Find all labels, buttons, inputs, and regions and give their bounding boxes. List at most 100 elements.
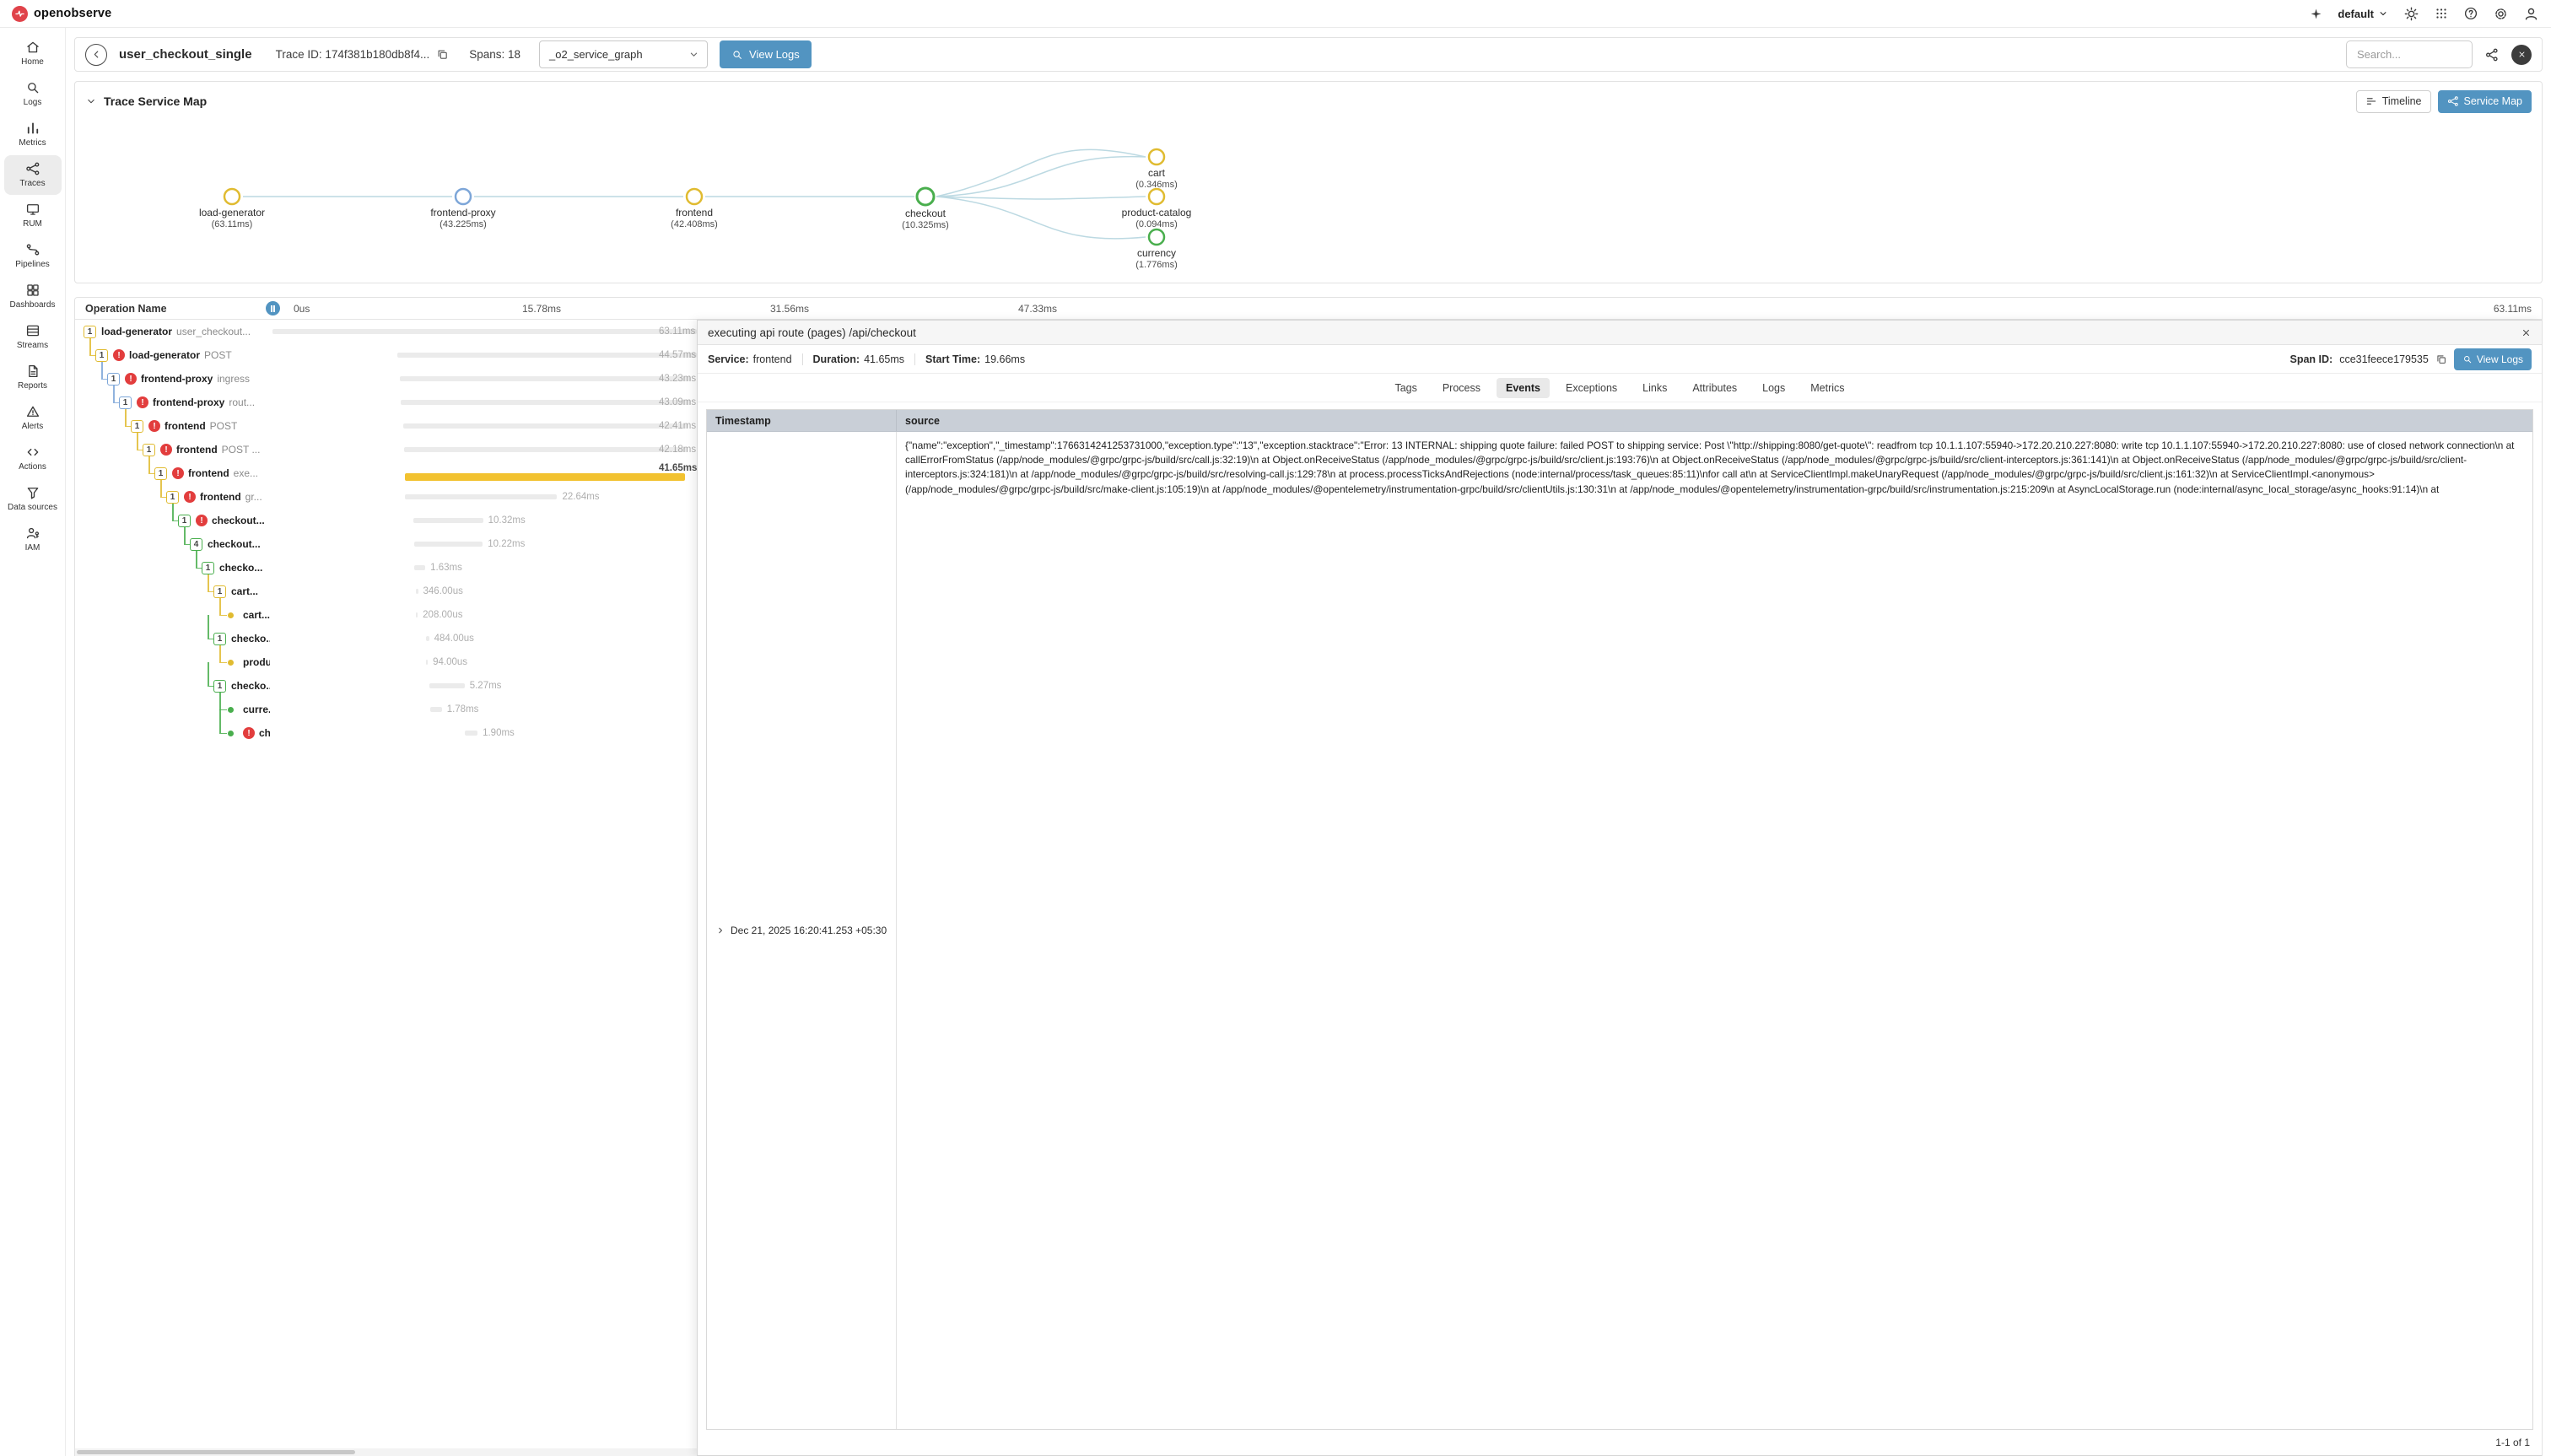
span-count-badge[interactable]: 1 <box>166 491 179 504</box>
close-span-detail-button[interactable] <box>2521 327 2532 338</box>
span-count-badge[interactable]: 1 <box>95 349 108 362</box>
sidebar-item-logs[interactable]: Logs <box>4 74 62 114</box>
search-input[interactable] <box>2346 40 2473 68</box>
apps-menu-icon[interactable] <box>2434 6 2449 21</box>
span-count-badge[interactable]: 1 <box>84 326 96 338</box>
span-duration-bar[interactable] <box>426 660 428 665</box>
close-trace-button[interactable] <box>2511 45 2532 65</box>
span-count-badge[interactable]: 1 <box>131 420 143 433</box>
service-map-toggle-button[interactable]: Service Map <box>2438 90 2532 113</box>
tab-attributes[interactable]: Attributes <box>1683 378 1746 398</box>
span-duration-bar[interactable] <box>414 565 425 570</box>
horizontal-scrollbar[interactable] <box>75 1448 697 1456</box>
expand-row-icon[interactable] <box>715 925 725 936</box>
event-timestamp-cell[interactable]: Dec 21, 2025 16:20:41.253 +05:30 <box>707 432 897 1429</box>
sidebar-item-data-sources[interactable]: Data sources <box>4 479 62 519</box>
tab-exceptions[interactable]: Exceptions <box>1556 378 1626 398</box>
span-count-badge[interactable]: 1 <box>202 562 214 574</box>
logo[interactable]: openobserve <box>12 6 111 22</box>
service-node-frontend[interactable]: frontend (42.408ms) <box>671 189 718 229</box>
service-node-product-catalog[interactable]: product-catalog (0.094ms) <box>1122 189 1192 229</box>
sidebar-item-metrics[interactable]: Metrics <box>4 115 62 154</box>
profile-icon[interactable] <box>2523 6 2539 22</box>
tab-tags[interactable]: Tags <box>1385 378 1426 398</box>
span-count-badge[interactable]: 1 <box>119 396 132 409</box>
sidebar-item-home[interactable]: Home <box>4 34 62 73</box>
service-node-checkout[interactable]: checkout (10.325ms) <box>902 188 949 230</box>
settings-icon[interactable] <box>2493 6 2509 22</box>
service-node-frontend-proxy[interactable]: frontend-proxy (43.225ms) <box>430 189 495 229</box>
error-icon: ! <box>125 373 137 385</box>
ai-sparkle-icon[interactable] <box>2309 7 2323 21</box>
column-resize-handle[interactable] <box>266 301 280 315</box>
tab-metrics[interactable]: Metrics <box>1801 378 1853 398</box>
sidebar-item-reports[interactable]: Reports <box>4 358 62 397</box>
service-map-header: Trace Service Map Timeline Service Map <box>85 89 2532 114</box>
service-node-currency[interactable]: currency (1.776ms) <box>1135 229 1178 270</box>
service-node-circle[interactable] <box>456 189 471 204</box>
span-duration-bar[interactable] <box>416 612 418 617</box>
collapse-section-icon[interactable] <box>85 95 97 107</box>
service-node-cart[interactable]: cart (0.346ms) <box>1135 149 1178 190</box>
tab-process[interactable]: Process <box>1433 378 1490 398</box>
span-label: !frontend-proxyingress <box>125 367 250 391</box>
share-button[interactable] <box>2484 47 2500 62</box>
span-duration-bar[interactable] <box>403 423 688 429</box>
span-count-badge[interactable]: 1 <box>107 373 120 386</box>
span-duration-bar[interactable] <box>414 542 483 547</box>
theme-toggle-icon[interactable] <box>2403 6 2419 22</box>
service-node-circle[interactable] <box>1149 229 1164 245</box>
span-label: !frontendPOST <box>148 414 237 438</box>
span-count-badge[interactable]: 4 <box>190 538 202 551</box>
sidebar-item-rum[interactable]: RUM <box>4 196 62 235</box>
span-duration-bar[interactable] <box>404 447 688 452</box>
span-duration-bar[interactable] <box>272 329 697 334</box>
span-duration-bar[interactable] <box>405 494 557 499</box>
sidebar-item-streams[interactable]: Streams <box>4 317 62 357</box>
span-duration-bar[interactable] <box>413 518 483 523</box>
service-node-circle[interactable] <box>1149 149 1164 164</box>
service-node-circle[interactable] <box>224 189 240 204</box>
span-duration-bar[interactable] <box>429 683 465 688</box>
stream-selector-value: _o2_service_graph <box>549 48 643 61</box>
service-node-circle[interactable] <box>1149 189 1164 204</box>
span-duration-bar[interactable] <box>426 636 429 641</box>
span-count-badge[interactable]: 1 <box>213 585 226 598</box>
span-duration-bar[interactable] <box>416 589 418 594</box>
span-duration-bar[interactable] <box>397 353 697 358</box>
sidebar-item-iam[interactable]: IAM <box>4 520 62 559</box>
span-duration-bar[interactable] <box>405 473 685 481</box>
span-count-badge[interactable]: 1 <box>213 680 226 693</box>
service-node-load-generator[interactable]: load-generator (63.11ms) <box>199 189 265 229</box>
span-duration-bar[interactable] <box>465 731 477 736</box>
span-duration-bar[interactable] <box>401 400 690 405</box>
service-node-circle[interactable] <box>687 189 702 204</box>
org-selector[interactable]: default <box>2338 8 2389 20</box>
sidebar-item-pipelines[interactable]: Pipelines <box>4 236 62 276</box>
copy-trace-id-button[interactable] <box>436 48 449 61</box>
sidebar-item-traces[interactable]: Traces <box>4 155 62 195</box>
span-view-logs-button[interactable]: View Logs <box>2454 348 2532 370</box>
sidebar-item-alerts[interactable]: Alerts <box>4 398 62 438</box>
scrollbar-thumb[interactable] <box>77 1450 355 1454</box>
service-node-duration: (63.11ms) <box>212 219 253 229</box>
span-count-badge[interactable]: 1 <box>143 444 155 456</box>
copy-span-id-button[interactable] <box>2435 353 2447 365</box>
stream-selector[interactable]: _o2_service_graph <box>539 40 708 68</box>
sidebar-item-dashboards[interactable]: Dashboards <box>4 277 62 316</box>
tab-links[interactable]: Links <box>1633 378 1676 398</box>
tab-logs[interactable]: Logs <box>1753 378 1794 398</box>
timeline-toggle-button[interactable]: Timeline <box>2356 90 2431 113</box>
tab-events[interactable]: Events <box>1497 378 1550 398</box>
span-duration-bar[interactable] <box>400 376 691 381</box>
span-count-badge[interactable]: 1 <box>154 467 167 480</box>
service-node-circle[interactable] <box>917 188 934 205</box>
help-icon[interactable] <box>2463 6 2478 21</box>
back-button[interactable] <box>85 44 107 66</box>
span-count-badge[interactable]: 1 <box>213 633 226 645</box>
span-label: !check... <box>243 721 270 745</box>
view-logs-button[interactable]: View Logs <box>720 40 812 68</box>
sidebar-item-actions[interactable]: Actions <box>4 439 62 478</box>
span-count-badge[interactable]: 1 <box>178 515 191 527</box>
span-duration-bar[interactable] <box>430 707 442 712</box>
